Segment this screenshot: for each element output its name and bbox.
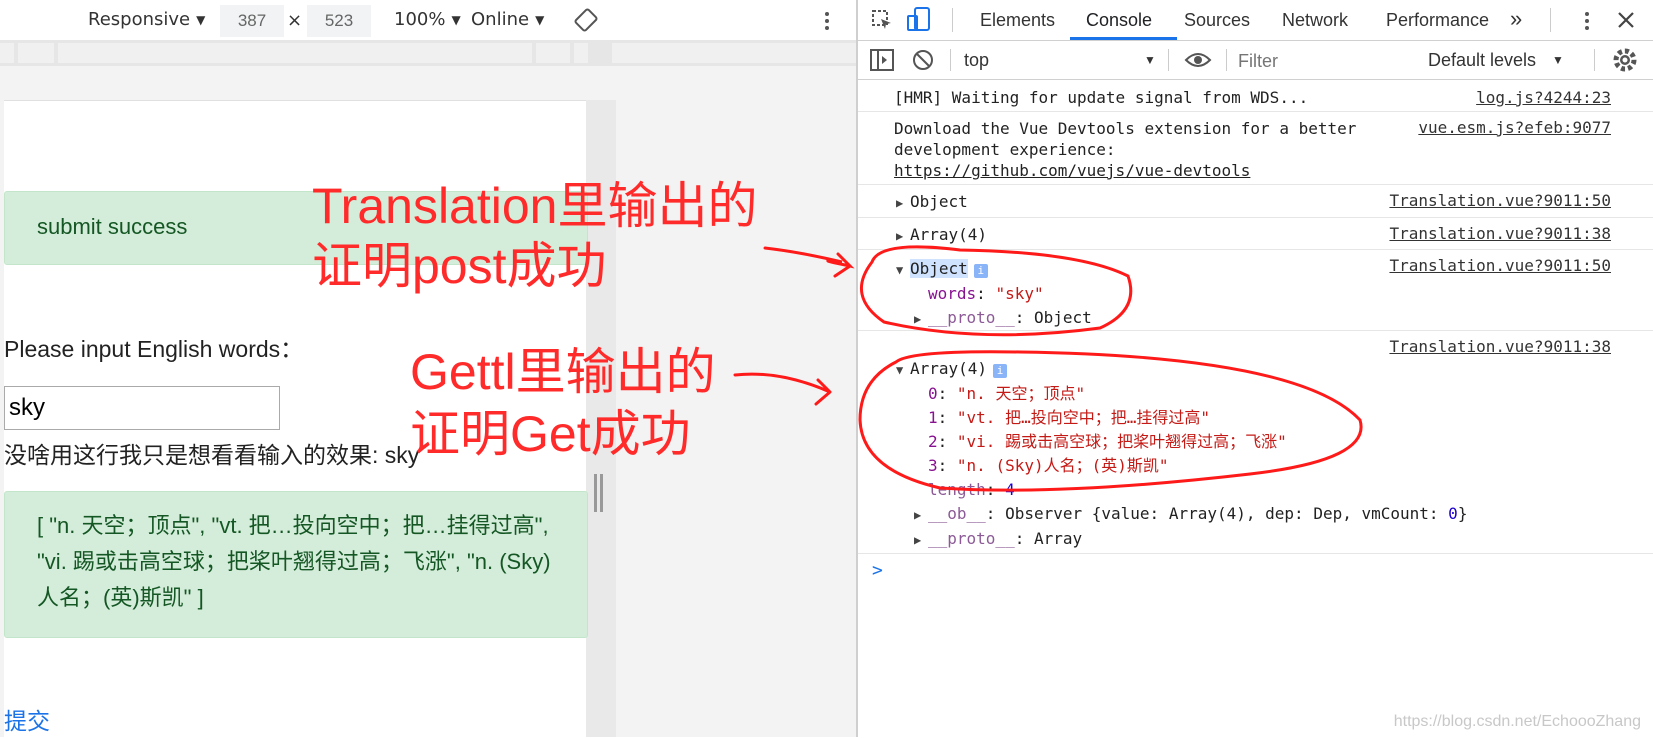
annotation-drawing	[733, 245, 1363, 492]
watermark: https://blog.csdn.net/EchoooZhang	[1393, 713, 1641, 730]
